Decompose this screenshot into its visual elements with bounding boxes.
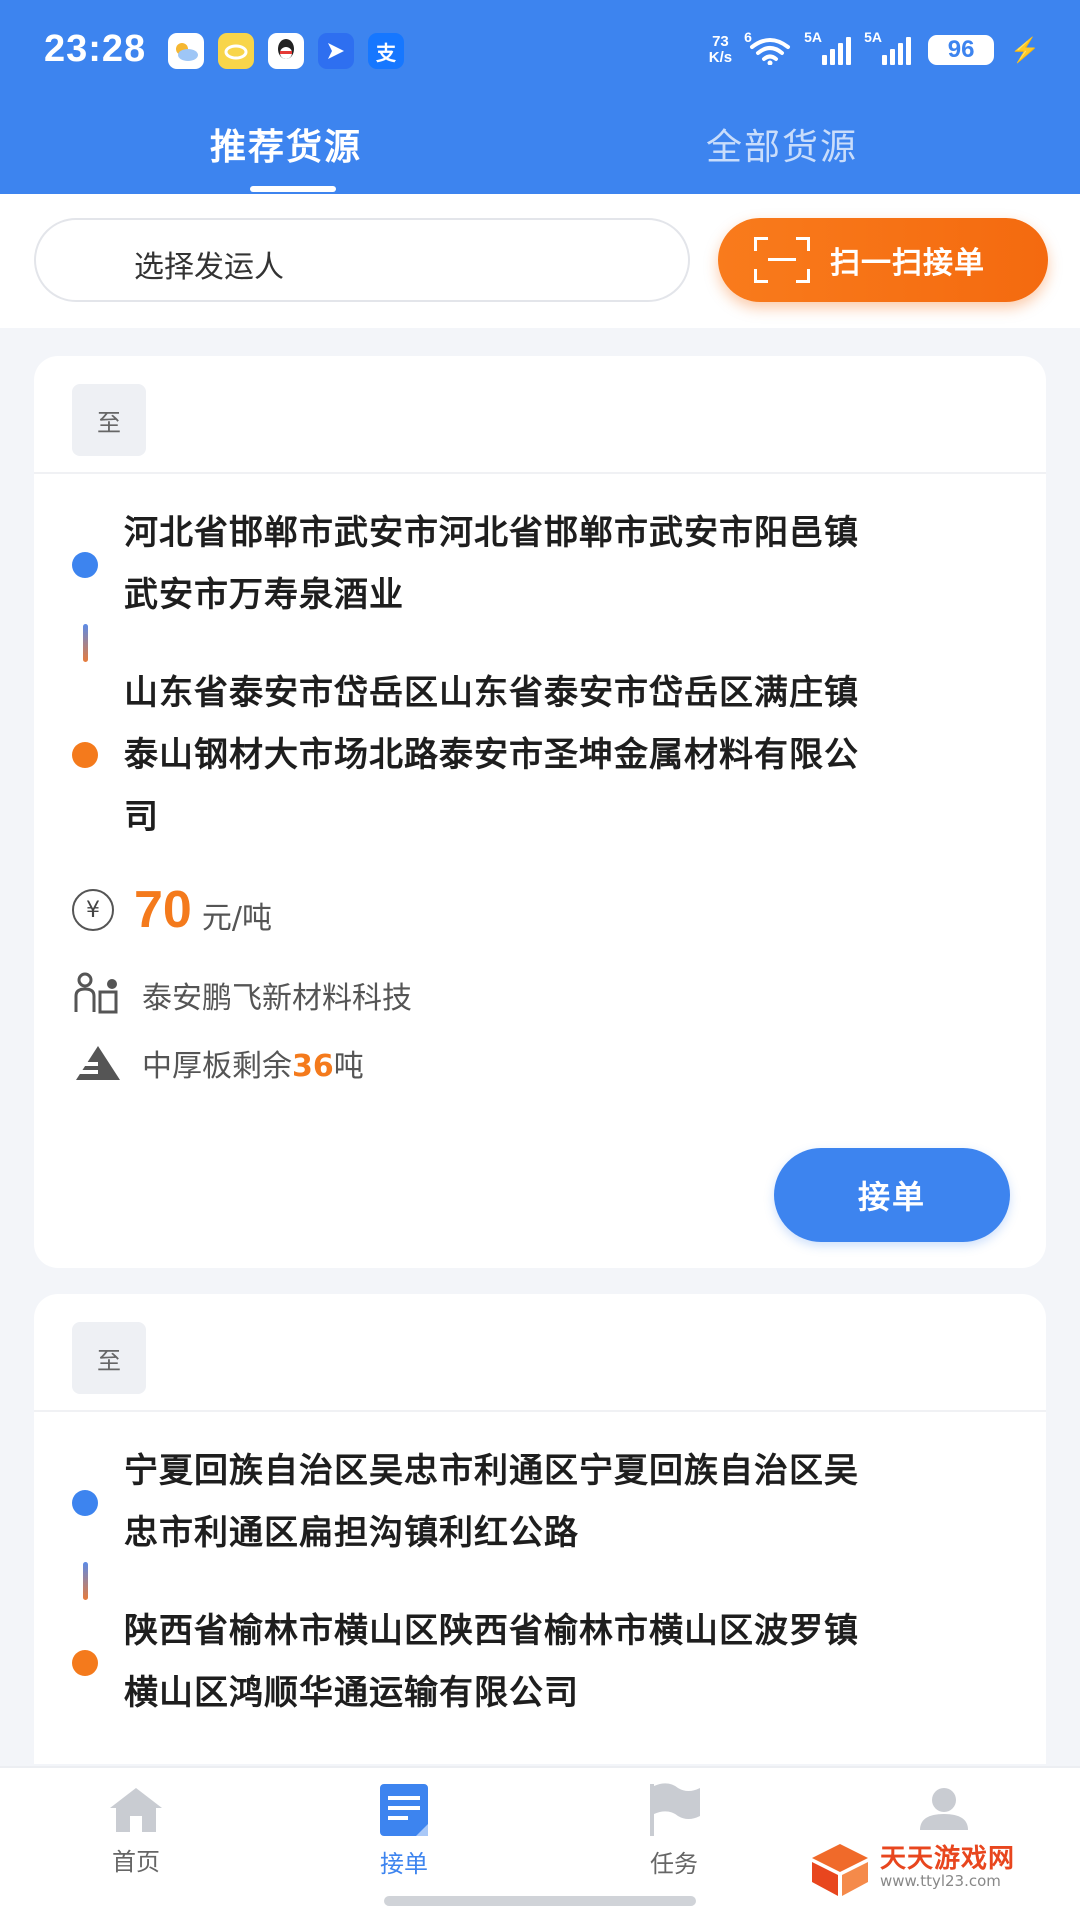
- card-header: 至: [34, 356, 1046, 474]
- alipay-icon: 支: [368, 33, 404, 69]
- route-connector: [83, 1562, 88, 1600]
- price-row: ¥ 70 元/吨: [72, 880, 272, 940]
- flag-icon: [650, 1783, 700, 1836]
- watermark-title: 天天游戏网: [880, 1844, 1016, 1874]
- charging-icon: ⚡: [1010, 36, 1040, 64]
- shipper-select-placeholder: 选择发运人: [134, 250, 284, 285]
- price-value: 70: [134, 881, 192, 939]
- scan-accept-button[interactable]: 扫一扫接单: [718, 218, 1048, 302]
- shipper-person-icon: [74, 972, 118, 1014]
- send-app-icon: [318, 33, 354, 69]
- nav-profile[interactable]: [864, 1782, 1024, 1844]
- battery-indicator: 96: [928, 35, 995, 65]
- cargo-row: 中厚板剩余36吨: [72, 1040, 364, 1086]
- wifi-tag: 6: [744, 29, 752, 45]
- accept-order-button[interactable]: 接单: [774, 1148, 1010, 1242]
- destination-dot-icon: [72, 742, 98, 768]
- wifi-icon: 6: [744, 29, 792, 65]
- status-right: 73 K/s 6 5A 5A 96 ⚡: [708, 29, 1040, 66]
- active-tab-indicator: [250, 186, 336, 192]
- destination-badge: 至: [72, 384, 146, 456]
- app-header: 23:28 支 73 K/s 6 5A 5A 96 ⚡ 推荐货源 全部货源: [0, 0, 1080, 194]
- destination-badge: 至: [72, 1322, 146, 1394]
- card-header: 至: [34, 1294, 1046, 1412]
- alipay-glyph: 支: [376, 40, 396, 65]
- weather-icon: [168, 33, 204, 69]
- cargo-stack-icon: [76, 1046, 120, 1080]
- nav-orders[interactable]: 接单: [324, 1782, 484, 1879]
- shipper-name: 泰安鹏飞新材料科技: [142, 981, 412, 1016]
- status-time: 23:28: [44, 28, 147, 70]
- home-icon: [110, 1788, 162, 1832]
- signal-sim1-icon: 5A: [804, 29, 852, 65]
- signal-sim2-icon: 5A: [864, 29, 912, 65]
- cargo-remaining: 中厚板剩余36吨: [142, 1049, 364, 1084]
- notification-icons: 支: [168, 33, 404, 69]
- yen-icon: ¥: [72, 889, 114, 931]
- nav-tasks[interactable]: 任务: [594, 1782, 754, 1879]
- shipper-row: 泰安鹏飞新材料科技: [72, 972, 412, 1018]
- cargo-card[interactable]: 至 宁夏回族自治区吴忠市利通区宁夏回族自治区吴 忠市利通区扁担沟镇利红公路 陕西…: [34, 1294, 1046, 1764]
- origin-dot-icon: [72, 552, 98, 578]
- cargo-remaining-qty: 36: [292, 1049, 334, 1084]
- shipper-select[interactable]: 选择发运人: [34, 218, 690, 302]
- network-speed: 73 K/s: [708, 33, 733, 66]
- watermark-logo-icon: [812, 1844, 868, 1896]
- home-indicator[interactable]: [384, 1896, 696, 1906]
- nav-home[interactable]: 首页: [56, 1782, 216, 1877]
- price-unit: 元/吨: [201, 901, 272, 936]
- status-bar: 23:28 支 73 K/s 6 5A 5A 96 ⚡: [0, 0, 1080, 100]
- tab-recommended[interactable]: 推荐货源: [210, 118, 362, 170]
- filter-row: 选择发运人 扫一扫接单: [0, 194, 1080, 328]
- profile-icon: [920, 1788, 968, 1830]
- scan-icon: [754, 237, 810, 283]
- destination-dot-icon: [72, 1650, 98, 1676]
- watermark-url: www.ttyl23.com: [880, 1872, 1001, 1890]
- cargo-card[interactable]: 至 河北省邯郸市武安市河北省邯郸市武安市阳邑镇 武安市万寿泉酒业 山东省泰安市岱…: [34, 356, 1046, 1268]
- cargo-source-tabs: 推荐货源 全部货源: [0, 110, 1080, 194]
- tab-all-sources[interactable]: 全部货源: [706, 118, 858, 170]
- site-watermark: 天天游戏网 www.ttyl23.com: [808, 1842, 1015, 1898]
- qq-icon: [268, 33, 304, 69]
- scan-accept-label: 扫一扫接单: [830, 246, 985, 281]
- origin-dot-icon: [72, 1490, 98, 1516]
- route-connector: [83, 624, 88, 662]
- cloud-app-icon: [218, 33, 254, 69]
- order-doc-icon: [380, 1784, 428, 1836]
